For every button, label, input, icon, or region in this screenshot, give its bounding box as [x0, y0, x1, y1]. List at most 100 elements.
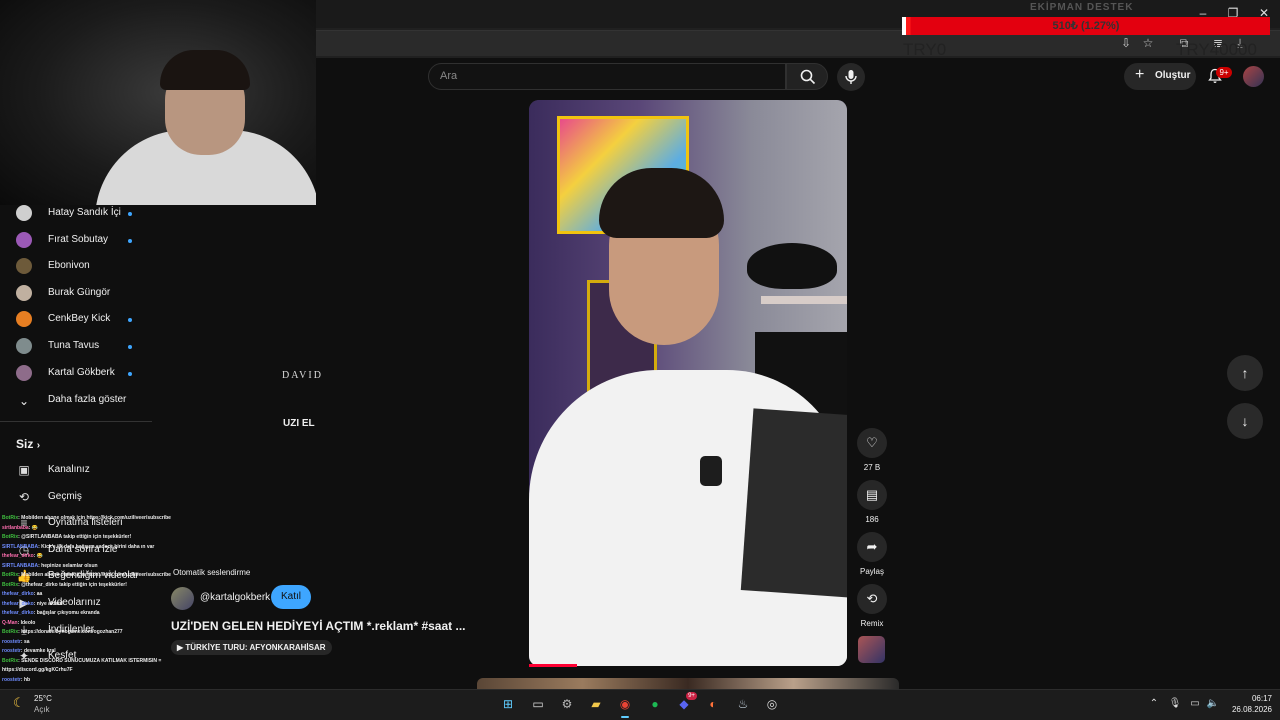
chat-username: SIRTLANBABA: [2, 562, 39, 569]
arrow-up-icon: ↑: [1241, 365, 1249, 381]
subscription-name: Burak Güngör: [48, 286, 111, 298]
auto-dub-label: Otomatik seslendirme: [173, 568, 251, 577]
chat-text: : Kick'e ilk defa bağışım sadece birini …: [38, 543, 155, 550]
chat-text: : niye aldatıl: [33, 600, 63, 607]
video-gift-box: [740, 408, 847, 598]
channel-avatar[interactable]: [171, 587, 194, 610]
goal-progress-text: 510₺ (1.27%): [1052, 20, 1120, 32]
you-menu-item[interactable]: Geçmiş: [48, 491, 82, 502]
chat-message: https://discord.gg/kgKCrhu7F: [2, 667, 200, 673]
remix-icon: ⟲: [866, 591, 878, 606]
video-progress-bar[interactable]: [529, 664, 577, 667]
playlist-chip[interactable]: ▶ TÜRKİYE TURU: AFYONKARAHİSAR: [171, 640, 332, 655]
weather-temperature[interactable]: 25°C: [34, 694, 52, 703]
subscription-item[interactable]: Kartal Gökberk: [0, 364, 150, 390]
video-shelf: [761, 296, 847, 304]
task-view-icon[interactable]: ▭: [528, 694, 548, 714]
chat-username: thefear_dirko: [2, 600, 34, 607]
chat-username: thefear_dirko: [2, 553, 34, 559]
avatar[interactable]: [1243, 66, 1264, 87]
subscription-name: Fırat Sobutay: [48, 233, 109, 245]
short-video-player[interactable]: [529, 100, 847, 666]
chat-message: SIRTLANBABA: hepinize selamlar olsun: [2, 563, 200, 569]
chat-username: thefear_dirko: [2, 610, 34, 616]
chat-message: BotRix: @thefear_dirko takip ettiğin içi…: [2, 582, 200, 588]
chat-text: : devamke kral: [20, 648, 56, 654]
obs-icon[interactable]: ◎: [762, 694, 782, 714]
subscription-name: Ebonivon: [48, 260, 90, 272]
start-menu-icon[interactable]: ⊞: [498, 694, 518, 714]
tray-volume-icon[interactable]: 🔈: [1206, 697, 1220, 711]
previous-short-button[interactable]: ↑: [1227, 355, 1263, 391]
like-count: 27 B: [863, 463, 881, 472]
subscription-item[interactable]: CenkBey Kick: [0, 310, 150, 336]
chat-text: : aa: [33, 591, 43, 597]
chat-message: roostetr: sa: [2, 639, 200, 645]
chat-username: sirtlanbaba: [2, 524, 29, 531]
firefox-icon[interactable]: ◐: [703, 694, 723, 714]
bookmark-star-icon[interactable]: ☆: [1140, 35, 1156, 51]
steam-icon[interactable]: ♨: [733, 694, 753, 714]
comment-icon: ▤: [865, 487, 879, 502]
subscription-name: Kartal Gökberk: [48, 366, 115, 378]
chat-text: : bağışlar çıkıyomu ekranda: [33, 610, 100, 616]
weather-condition[interactable]: Açık: [34, 705, 50, 714]
subscription-name: Tuna Tavus: [48, 340, 100, 351]
remix-label: Remix: [860, 619, 884, 628]
new-content-dot: [128, 212, 132, 216]
share-button[interactable]: ➦: [857, 532, 887, 562]
tray-microphone-icon[interactable]: 🎙: [1168, 697, 1182, 711]
next-short-button[interactable]: ↓: [1227, 403, 1263, 439]
tray-chevron-up-icon[interactable]: ⌃: [1147, 697, 1161, 711]
chat-text: : 😂: [33, 553, 43, 559]
tray-network-icon[interactable]: ▭: [1188, 697, 1202, 711]
video-title[interactable]: UZİ'DEN GELEN HEDİYEYİ AÇTIM *.reklam* #…: [171, 619, 491, 633]
channel-icon: ▣: [18, 463, 30, 477]
arrow-down-icon: ↓: [1241, 413, 1249, 429]
chat-message: thefear_dirko: 😂: [2, 553, 200, 559]
subscription-item[interactable]: Burak Güngör: [0, 284, 150, 310]
search-box[interactable]: [428, 63, 786, 90]
clock-time[interactable]: 06:17: [1236, 694, 1272, 703]
remix-button[interactable]: ⟲: [857, 584, 887, 614]
share-icon: ➦: [866, 539, 878, 554]
chat-message: roostetr: hb: [2, 677, 200, 683]
comment-count: 186: [865, 515, 879, 524]
goal-min-label: TRY0: [903, 40, 947, 59]
chat-text: https://discord.gg/kgKCrhu7F: [2, 667, 73, 673]
search-icon: [800, 69, 816, 85]
sound-thumbnail[interactable]: [858, 636, 885, 663]
chat-text: : İdeolo: [17, 619, 36, 626]
channel-handle[interactable]: @kartalgokberk: [200, 592, 270, 603]
you-section-heading[interactable]: Siz ›: [16, 437, 40, 451]
subscription-item[interactable]: Fırat Sobutay: [0, 231, 150, 257]
join-button[interactable]: Katıl: [271, 585, 311, 609]
chat-message: BotRix: Mobilden abone olmak için https:…: [2, 515, 200, 521]
create-label: Oluştur: [1155, 70, 1191, 81]
show-more-link[interactable]: Daha fazla göster: [48, 394, 126, 405]
file-explorer-icon[interactable]: ▰: [586, 694, 606, 714]
subscription-item[interactable]: Hatay Sandık İçi: [0, 204, 150, 230]
you-menu-item[interactable]: Kanalınız: [48, 464, 90, 475]
chrome-icon[interactable]: ◉: [615, 694, 635, 718]
voice-search-button[interactable]: [837, 63, 865, 91]
settings-gear-icon[interactable]: ⚙: [557, 694, 577, 714]
subscription-item[interactable]: Ebonivon: [0, 257, 150, 283]
spotify-icon[interactable]: ●: [645, 694, 665, 714]
discord-badge: 9+: [686, 692, 697, 700]
comments-button[interactable]: ▤: [857, 480, 887, 510]
clock-date[interactable]: 26.08.2026: [1222, 705, 1272, 714]
search-button[interactable]: [786, 63, 828, 90]
chat-message: thefear_dirko: bağışlar çıkıyomu ekranda: [2, 610, 200, 616]
subscription-item[interactable]: Tuna Tavus: [0, 337, 150, 363]
chat-username: BotRix: [2, 534, 19, 540]
chevron-down-icon: ⌄: [18, 394, 30, 408]
new-content-dot: [128, 371, 132, 376]
subscription-avatar: [16, 338, 32, 354]
search-input[interactable]: Ara: [440, 70, 457, 82]
moon-icon[interactable]: ☾: [13, 695, 29, 711]
like-button[interactable]: ♡: [857, 428, 887, 458]
new-content-dot: [128, 318, 132, 323]
install-app-icon[interactable]: ⇩: [1118, 35, 1134, 51]
chat-message: SIRTLANBABA: Kick'e ilk defa bağışım sad…: [2, 544, 200, 550]
